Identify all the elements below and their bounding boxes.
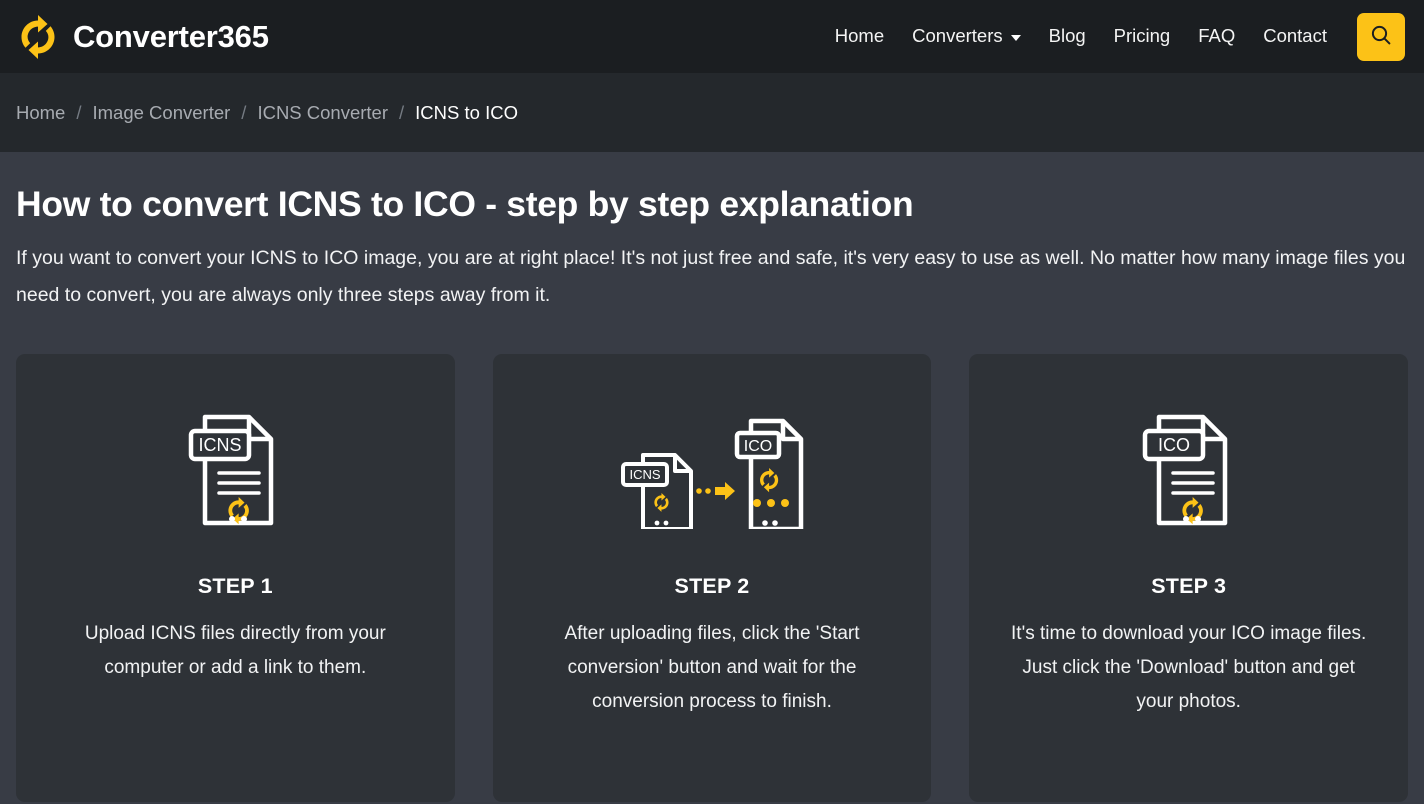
arrow-right-icon [696,482,735,501]
step-1-title: STEP 1 [197,574,273,599]
search-icon [1369,23,1393,50]
brand-logo-link[interactable]: Converter365 [16,14,269,59]
nav-item-blog-label: Blog [1048,25,1086,47]
breadcrumb-bar: Home / Image Converter / ICNS Converter … [0,73,1424,152]
step-2-description: After uploading files, click the 'Start … [564,623,860,713]
page-intro-text: If you want to convert your ICNS to ICO … [16,247,1406,307]
nav-item-contact-label: Contact [1263,25,1327,47]
nav-item-home-label: Home [834,25,885,47]
svg-text:ICO: ICO [1158,435,1190,455]
nav-item-faq[interactable]: FAQ [1184,27,1249,46]
refresh-sync-icon [16,14,60,59]
breadcrumb-item-home[interactable]: Home [16,102,65,124]
nav-item-blog[interactable]: Blog [1035,27,1100,46]
chevron-down-icon [1010,34,1021,41]
breadcrumb-separator: / [241,101,247,123]
search-button[interactable] [1357,12,1405,61]
step-3-description: It's time to download your ICO image fil… [1011,623,1367,713]
svg-text:ICNS: ICNS [199,435,242,455]
site-header: Converter365 Home Converters Blog Pricin… [0,0,1424,73]
nav-item-home[interactable]: Home [821,27,898,46]
nav-item-faq-label: FAQ [1198,25,1236,47]
ico-file-icon: ICO [1141,410,1237,530]
brand-name: Converter365 [73,18,269,54]
icns-to-ico-conversion-icon: ICNS ICO [617,410,807,530]
breadcrumb-separator: / [399,101,405,123]
step-card-2: ICNS ICO STEP 2 After uploading files, c… [492,354,932,803]
steps-section: ICNS STEP 1 Upload ICNS files directly f… [16,354,1409,803]
svg-text:ICNS: ICNS [629,467,660,482]
page-title: How to convert ICNS to ICO - step by ste… [16,184,914,224]
nav-item-pricing[interactable]: Pricing [1100,27,1185,46]
main-content: How to convert ICNS to ICO - step by ste… [0,152,1424,803]
nav-item-converters[interactable]: Converters [898,27,1034,46]
nav-item-contact[interactable]: Contact [1249,27,1341,46]
breadcrumb-item-current: ICNS to ICO [415,101,518,123]
svg-text:ICO: ICO [744,438,772,455]
step-card-1: ICNS STEP 1 Upload ICNS files directly f… [16,354,455,803]
breadcrumb: Home / Image Converter / ICNS Converter … [16,102,518,124]
nav-item-pricing-label: Pricing [1113,25,1171,47]
breadcrumb-separator: / [76,101,82,123]
breadcrumb-item-icns-converter[interactable]: ICNS Converter [257,102,388,124]
step-1-description: Upload ICNS files directly from your com… [84,623,386,679]
nav-item-converters-label: Converters [912,25,1003,47]
icns-file-icon: ICNS [187,410,283,530]
step-card-3: ICO STEP 3 It's time to download your IC… [969,354,1409,803]
main-navigation: Home Converters Blog Pricing FAQ Contact [821,0,1424,73]
step-3-title: STEP 3 [1151,574,1227,599]
step-2-title: STEP 2 [674,574,750,599]
breadcrumb-item-image-converter[interactable]: Image Converter [93,102,231,124]
